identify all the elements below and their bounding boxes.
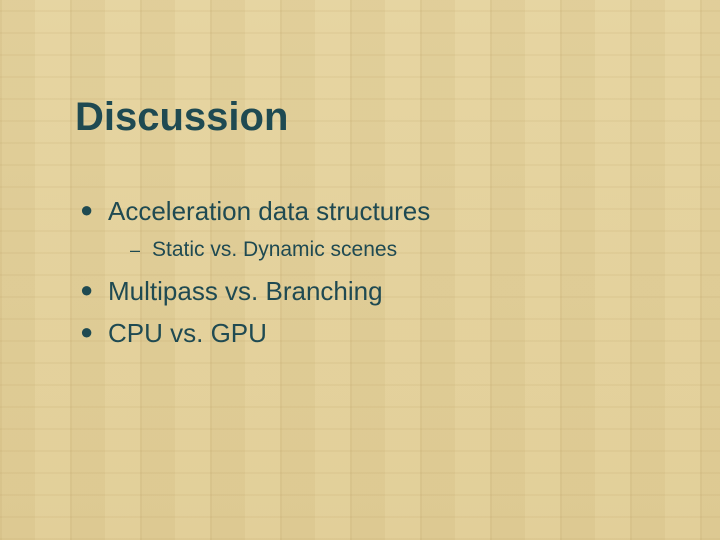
bullet-text: CPU vs. GPU bbox=[108, 317, 267, 349]
sub-bullet-item: – Static vs. Dynamic scenes bbox=[130, 237, 430, 263]
bullet-icon: ● bbox=[80, 317, 108, 347]
dash-icon: – bbox=[130, 237, 152, 263]
bullet-icon: ● bbox=[80, 195, 108, 225]
bullet-text: Multipass vs. Branching bbox=[108, 275, 383, 307]
slide: Discussion ● Acceleration data structure… bbox=[0, 0, 720, 540]
slide-body: ● Acceleration data structures – Static … bbox=[80, 195, 430, 359]
bullet-text: Acceleration data structures bbox=[108, 195, 430, 227]
slide-title: Discussion bbox=[75, 95, 288, 140]
bullet-item: ● Multipass vs. Branching bbox=[80, 275, 430, 307]
bullet-icon: ● bbox=[80, 275, 108, 305]
bullet-item: ● CPU vs. GPU bbox=[80, 317, 430, 349]
bullet-item: ● Acceleration data structures bbox=[80, 195, 430, 227]
sub-bullet-text: Static vs. Dynamic scenes bbox=[152, 237, 397, 263]
